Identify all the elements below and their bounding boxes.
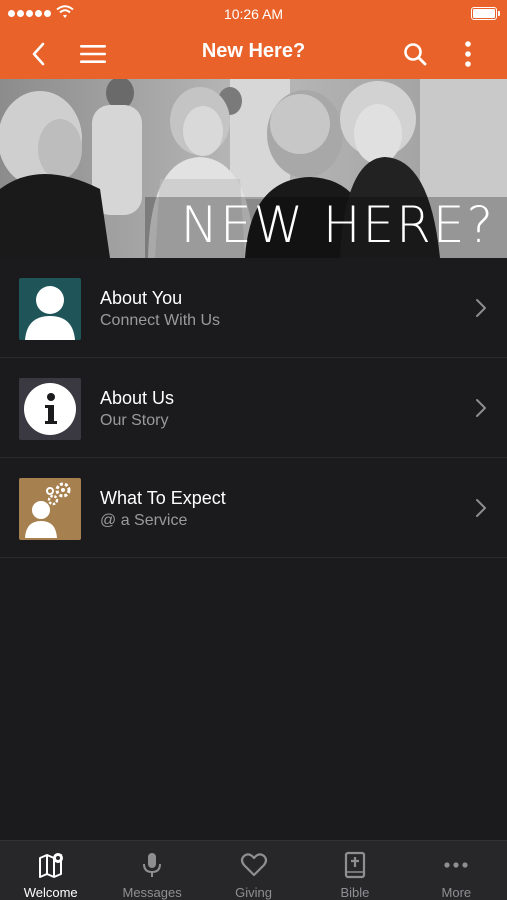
chevron-right-icon [476,499,486,517]
tab-more[interactable]: More [406,841,507,900]
navigation-bar: New Here? [0,28,507,79]
list-item-about-you[interactable]: About You Connect With Us [0,258,507,358]
status-time: 10:26 AM [223,6,284,22]
list-item-what-to-expect[interactable]: What To Expect @ a Service [0,458,507,558]
hero-banner: NEW HERE? [0,79,507,258]
tab-bible[interactable]: Bible [304,841,405,900]
more-vertical-icon [465,40,471,67]
tab-label: Bible [340,885,370,900]
tab-messages[interactable]: Messages [101,841,202,900]
search-icon [404,42,427,65]
item-subtitle: @ a Service [100,512,188,529]
tab-bar: Welcome Messages Giving Bible More [0,840,507,900]
status-bar: 10:26 AM [0,0,507,28]
what-to-expect-thumbnail [19,478,81,540]
tab-welcome[interactable]: Welcome [0,841,101,900]
person-icon [25,286,75,340]
info-icon [24,383,76,435]
more-dots-icon [444,862,468,868]
item-title: About Us [100,388,175,408]
chevron-right-icon [476,299,486,317]
menu-list: About You Connect With Us About Us Our S… [0,258,507,558]
overflow-menu-button[interactable] [446,28,490,79]
list-item-about-us[interactable]: About Us Our Story [0,358,507,458]
hero-title: NEW HERE? [180,196,495,254]
tab-label: Messages [122,885,182,900]
battery-icon [471,7,500,20]
bible-icon [344,851,366,879]
tab-label: Giving [235,885,272,900]
microphone-icon [143,853,162,877]
tab-label: Welcome [23,885,78,900]
item-subtitle: Our Story [100,412,169,429]
app-header: 10:26 AM New Here? [0,0,507,79]
person-gears-icon [25,482,71,538]
about-us-thumbnail [19,378,81,440]
item-title: About You [100,288,183,308]
heart-icon [240,853,267,877]
tab-giving[interactable]: Giving [203,841,304,900]
map-pin-icon [38,853,63,878]
chevron-right-icon [476,399,486,417]
item-subtitle: Connect With Us [100,312,221,329]
search-button[interactable] [393,28,437,79]
about-you-thumbnail [19,278,81,340]
tab-label: More [441,885,472,900]
item-title: What To Expect [100,488,226,508]
